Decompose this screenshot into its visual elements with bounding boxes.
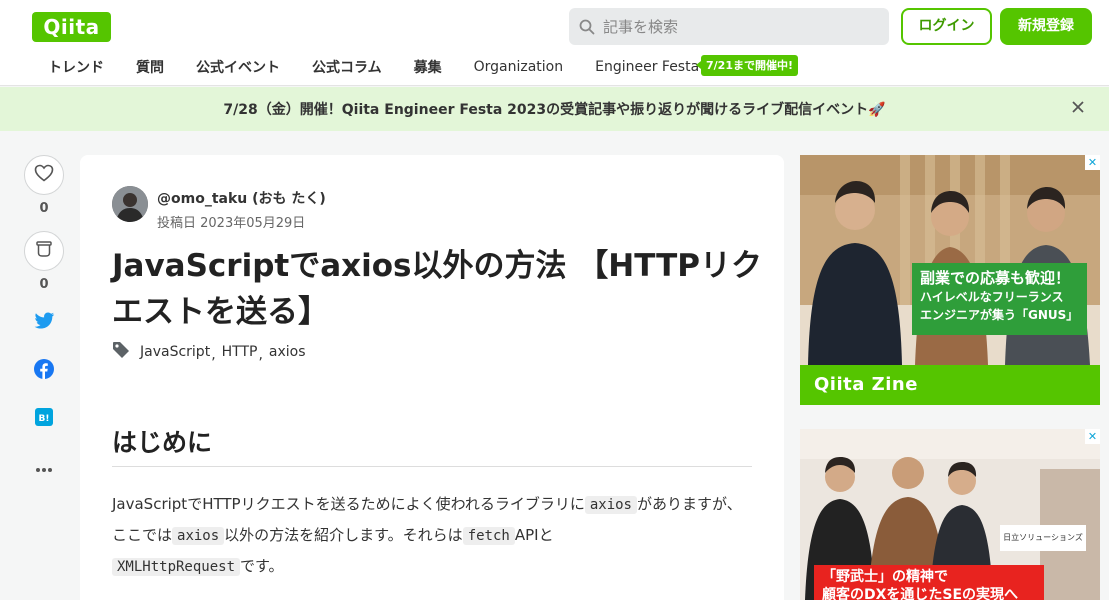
tag-icon xyxy=(112,341,130,363)
author-name[interactable]: @omo_taku (おも たく) xyxy=(157,188,326,208)
like-button[interactable] xyxy=(24,155,64,195)
stock-icon xyxy=(35,240,53,262)
para-text: JavaScriptでHTTPリクエストを送るためによく使われるライブラリに xyxy=(112,495,585,513)
login-button[interactable]: ログイン xyxy=(901,8,992,45)
hatena-bookmark-icon: B! xyxy=(35,408,53,430)
ad-subline: ハイレベルなフリーランス xyxy=(920,290,1064,304)
para-text: APIと xyxy=(514,526,554,544)
tab-organization[interactable]: Organization xyxy=(474,59,564,75)
ad-subline: エンジニアが集う「GNUS」 xyxy=(920,308,1079,322)
posted-date: 投稿日 2023年05月29日 xyxy=(157,216,306,231)
tab-recruitment[interactable]: 募集 xyxy=(414,57,442,77)
tab-official-events[interactable]: 公式イベント xyxy=(196,57,280,77)
like-count: 0 xyxy=(39,201,49,216)
facebook-icon xyxy=(34,359,54,383)
festa-badge: 7/21まで開催中! xyxy=(696,55,798,76)
tag-javascript[interactable]: JavaScript xyxy=(140,344,210,360)
page-title: JavaScriptでaxios以外の方法 【HTTPリクエストを送る】 xyxy=(112,248,762,330)
search-input[interactable] xyxy=(603,17,873,36)
article-card: @omo_taku (おも たく) 投稿日 2023年05月29日 JavaSc… xyxy=(80,155,784,600)
ad-choices-icon[interactable]: ✕ xyxy=(1085,429,1100,444)
banner-text[interactable]: 7/28（金）開催！Qiita Engineer Festa 2023の受賞記事… xyxy=(223,99,885,119)
tag-list: JavaScript, HTTP, axios xyxy=(112,341,306,363)
heart-icon xyxy=(34,164,54,186)
avatar[interactable] xyxy=(112,186,148,222)
ad-brand-bar: Qiita Zine xyxy=(800,365,1100,405)
more-icon xyxy=(35,458,53,477)
tag-axios[interactable]: axios xyxy=(269,344,306,360)
para-text: です。 xyxy=(240,557,284,575)
para-text: 以外の方法を紹介します。それらは xyxy=(224,526,463,544)
ad-banner-gnus[interactable]: 副業での応募も歓迎！ ハイレベルなフリーランス エンジニアが集う「GNUS」 Q… xyxy=(800,155,1100,405)
inline-code: fetch xyxy=(462,527,515,545)
inline-code: axios xyxy=(584,496,637,514)
facebook-share[interactable] xyxy=(24,359,64,383)
ad-subline: 顧客のDXを通じたSEの実現へ xyxy=(822,587,1019,600)
tab-questions[interactable]: 質問 xyxy=(136,57,164,77)
search-icon xyxy=(579,19,595,35)
inline-code: axios xyxy=(172,527,225,545)
event-banner[interactable]: 7/28（金）開催！Qiita Engineer Festa 2023の受賞記事… xyxy=(0,87,1109,131)
stock-button[interactable] xyxy=(24,231,64,271)
tag-separator: , xyxy=(211,347,216,363)
tab-official-columns[interactable]: 公式コラム xyxy=(312,57,382,77)
hatena-share[interactable]: B! xyxy=(24,407,64,431)
intro-paragraph: JavaScriptでHTTPリクエストを送るためによく使われるライブラリに ax… xyxy=(112,489,752,582)
ad-headline: 副業での応募も歓迎！ xyxy=(920,269,1071,287)
stock-count: 0 xyxy=(39,277,49,292)
site-header: Qiita ログイン 新規登録 トレンド 質問 公式イベント 公式コラム 募集 … xyxy=(0,0,1109,86)
ad-copy-box: 「野武士」の精神で 顧客のDXを通じたSEの実現へ xyxy=(814,565,1044,600)
tab-trend[interactable]: トレンド xyxy=(48,57,104,77)
tab-engineer-festa[interactable]: Engineer Festa xyxy=(595,59,699,75)
qiita-logo[interactable]: Qiita xyxy=(32,12,111,42)
twitter-share[interactable] xyxy=(24,311,64,335)
signup-button[interactable]: 新規登録 xyxy=(1000,8,1092,45)
svg-text:B!: B! xyxy=(39,414,50,424)
ad-choices-icon[interactable]: ✕ xyxy=(1085,155,1100,170)
tag-http[interactable]: HTTP xyxy=(222,344,258,360)
section-heading: はじめに xyxy=(112,423,752,467)
ad-headline: 「野武士」の精神で xyxy=(822,569,948,585)
tag-separator: , xyxy=(258,347,263,363)
close-icon[interactable] xyxy=(1069,99,1087,117)
twitter-icon xyxy=(34,312,55,334)
ad-banner-hitachi[interactable]: 日立ソリューションズ 「野武士」の精神で 顧客のDXを通じたSEの実現へ ✕ xyxy=(800,429,1100,600)
main-nav: トレンド 質問 公式イベント 公式コラム 募集 Organization Eng… xyxy=(32,52,715,82)
more-options-button[interactable] xyxy=(24,455,64,479)
inline-code: XMLHttpRequest xyxy=(112,558,241,576)
search-box[interactable] xyxy=(569,8,889,45)
article-actions: 0 0 B! xyxy=(24,155,64,479)
ad-company-sign: 日立ソリューションズ xyxy=(1000,525,1086,551)
ad-copy-box: 副業での応募も歓迎！ ハイレベルなフリーランス エンジニアが集う「GNUS」 xyxy=(912,263,1087,335)
